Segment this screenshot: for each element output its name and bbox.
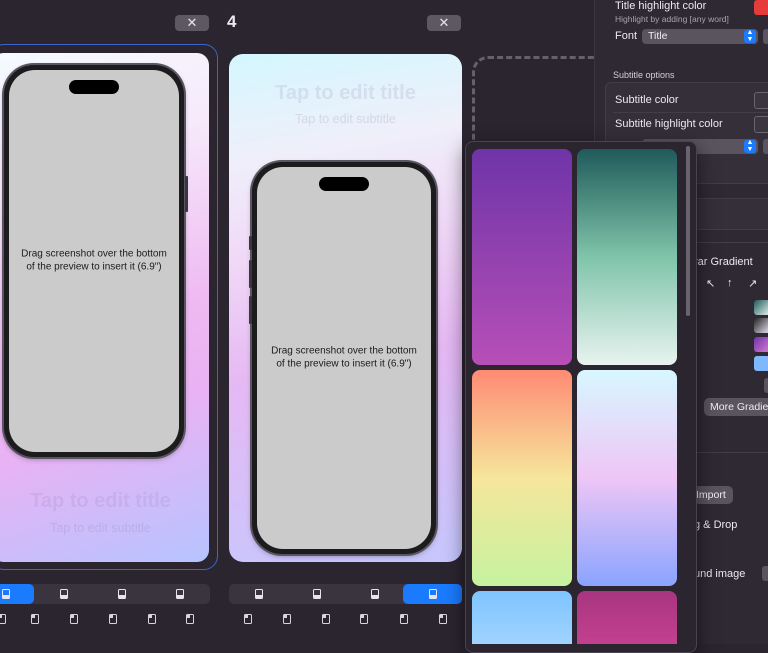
subtitle-highlight-color-swatch[interactable] [754,116,768,133]
gradient-tile-teal-mint[interactable] [577,149,677,365]
slide-preview-4[interactable]: Tap to edit title Tap to edit subtitle D… [229,54,462,562]
gradient-type-value[interactable]: rar Gradient [694,256,753,268]
subtitle-color-swatch[interactable] [754,92,768,109]
screenshot-drop-area[interactable]: Drag screenshot over the bottom of the p… [9,70,179,452]
font-label: Font [615,30,638,42]
font-extra-button[interactable] [763,29,768,44]
arrow-up-icon[interactable]: ↑ [727,277,733,289]
close-icon: ✕ [186,15,198,30]
import-label: Import [696,489,726,501]
layout-icon [255,589,263,599]
orientation-icon[interactable] [70,614,78,624]
drag-hint-text: Drag screenshot over the bottom of the p… [21,248,167,273]
subtitle-options-heading: Subtitle options [613,70,675,80]
device-position-toolbar-4 [229,584,462,604]
gradient-tile-purple[interactable] [472,149,572,365]
dynamic-island [319,177,369,191]
phone-side-button [185,176,188,212]
orientation-icon[interactable] [360,614,368,624]
recent-gradient-swatch[interactable] [754,318,768,333]
phone-mockup: Drag screenshot over the bottom of the p… [252,162,436,554]
recent-gradient-swatch[interactable] [754,356,768,371]
position-bottom-button[interactable] [249,584,269,604]
layout-icon [313,589,321,599]
layout-icon [429,589,437,599]
orientation-icon[interactable] [283,614,291,624]
position-full-button[interactable] [170,584,190,604]
position-center-button[interactable] [307,584,327,604]
close-slide-4-button[interactable]: ✕ [427,15,461,31]
gradient-tile-magenta[interactable] [577,591,677,644]
orientation-icon[interactable] [439,614,447,624]
close-slide-3-button[interactable]: ✕ [175,15,209,31]
screenshot-drop-area[interactable]: Drag screenshot over the bottom of the p… [257,167,431,549]
more-swatches-button[interactable] [764,378,768,393]
device-position-toolbar-3 [0,584,210,604]
arrow-up-right-icon[interactable]: ↗ [748,277,757,290]
layout-icon [118,589,126,599]
gradient-tile-coral-lime[interactable] [472,370,572,586]
slide-title-placeholder[interactable]: Tap to edit title [0,490,209,513]
phone-mockup: Drag screenshot over the bottom of the p… [4,65,184,457]
divider [694,452,768,453]
slide-subtitle-placeholder[interactable]: Tap to edit subtitle [229,112,462,126]
orientation-icon[interactable] [244,614,252,624]
subtitle-highlight-color-label: Subtitle highlight color [615,118,723,130]
gradient-tile-ice-lilac[interactable] [577,370,677,586]
title-highlight-color-swatch[interactable] [754,0,768,15]
layout-icon [2,589,10,599]
divider [613,112,768,113]
position-bottom-button[interactable] [0,584,34,604]
import-button[interactable]: Import [694,486,733,504]
recent-gradient-swatch[interactable] [754,337,768,352]
chevron-updown-icon: ▲ ▼ [744,139,756,153]
popover-scrollbar[interactable] [686,146,690,316]
slide-title-placeholder[interactable]: Tap to edit title [229,82,462,105]
layout-icon [371,589,379,599]
slide-preview-3[interactable]: Drag screenshot over the bottom of the p… [0,53,209,562]
font-select[interactable]: Title ▲ ▼ [642,29,758,44]
orientation-icon[interactable] [0,614,6,624]
more-gradients-label: More Gradie [710,401,768,413]
gradient-tile-sky[interactable] [472,591,572,644]
background-image-label: und image [694,568,746,580]
drag-drop-label: g & Drop [694,519,738,531]
more-gradients-button[interactable]: More Gradie [704,398,768,416]
phone-side-button [249,236,252,250]
subtitle-font-extra-button[interactable] [763,139,768,154]
close-icon: ✕ [438,15,450,30]
arrow-up-left-icon[interactable]: ↖ [706,277,715,290]
position-center-button[interactable] [54,584,74,604]
position-top-button[interactable] [365,584,385,604]
background-image-toggle[interactable] [762,566,768,581]
recent-gradient-swatch[interactable] [754,300,768,315]
orientation-icon[interactable] [31,614,39,624]
drag-hint-text: Drag screenshot over the bottom of the p… [271,345,417,370]
position-top-button[interactable] [112,584,132,604]
layout-icon [176,589,184,599]
phone-side-button [249,296,252,324]
slide-subtitle-placeholder[interactable]: Tap to edit subtitle [0,521,209,535]
font-select-value: Title [648,30,668,42]
slide-number: 4 [227,12,237,31]
subtitle-color-label: Subtitle color [615,94,679,106]
chevron-updown-icon: ▲ ▼ [744,29,756,43]
orientation-icon[interactable] [186,614,194,624]
orientation-icon[interactable] [148,614,156,624]
layout-icon [60,589,68,599]
phone-side-button [249,260,252,288]
orientation-icon[interactable] [400,614,408,624]
divider [694,242,768,243]
title-highlight-hint: Highlight by adding [any word] [615,14,729,24]
orientation-icon[interactable] [322,614,330,624]
position-full-button[interactable] [403,584,462,604]
orientation-icon[interactable] [109,614,117,624]
title-highlight-color-label: Title highlight color [615,0,707,12]
dynamic-island [69,80,119,94]
